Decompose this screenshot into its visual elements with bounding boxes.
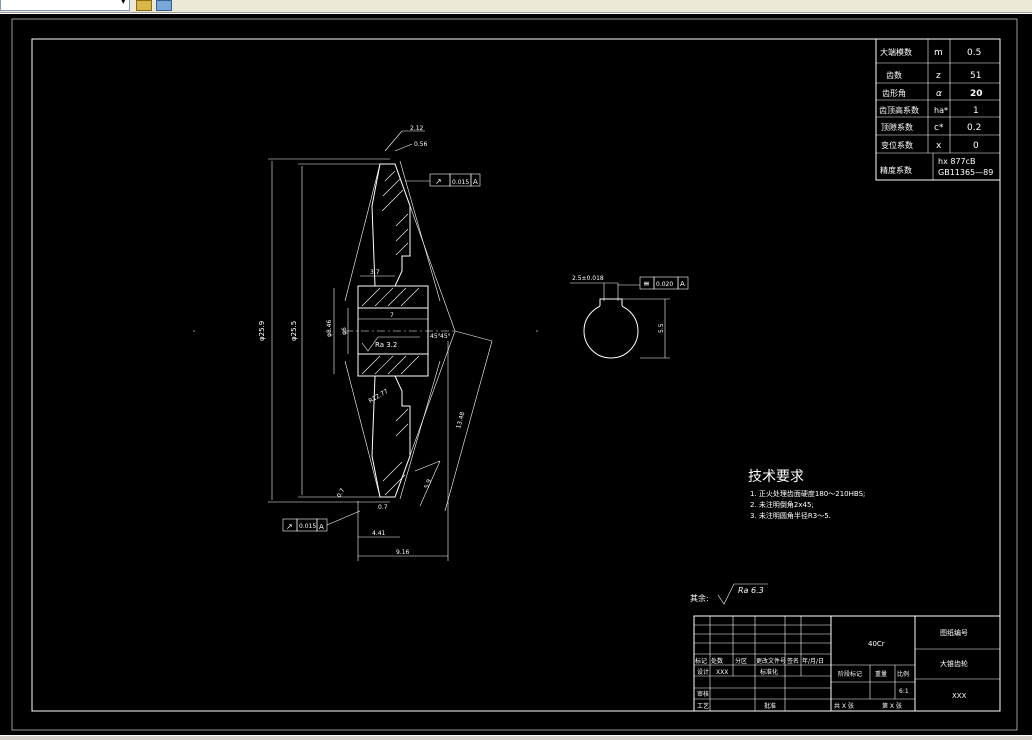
param-name: 大端模数	[880, 47, 912, 57]
param-name: 齿数	[886, 70, 902, 80]
dim-outer-diameter: φ25.9	[258, 321, 266, 341]
tech-title: 技术要求	[748, 469, 804, 485]
param-symbol: α	[936, 89, 942, 99]
process-label: 工艺	[697, 702, 709, 710]
runout-icon: ↗	[435, 177, 442, 186]
drawing-number-label: 图纸编号	[940, 628, 968, 637]
gear-section-view: φ25.9 φ25.5 2.12 0.56 0.015 A ↗ 3.7 7 φ8…	[193, 125, 538, 561]
param-value-standard: GB11365—89	[938, 168, 993, 177]
dim-bore-diameter: φ6	[341, 327, 348, 335]
param-value: hx 877cB	[938, 157, 976, 166]
dim-top-2: 0.56	[414, 141, 428, 148]
param-name: 齿顶高系数	[879, 105, 919, 115]
roughness-general: Ra 6.3	[738, 586, 764, 595]
total-sheets: 共 X 张	[834, 702, 854, 710]
material: 40Cr	[868, 640, 885, 648]
rev-header: 更改文件号	[756, 657, 786, 665]
scale-value: 6:1	[899, 688, 909, 695]
param-name: 变位系数	[881, 140, 913, 150]
status-bar	[0, 735, 1032, 740]
roughness-label: 其余:	[690, 593, 709, 603]
weight-label: 重量	[875, 670, 887, 678]
approve-label: 批准	[764, 702, 776, 710]
param-value: 0.5	[967, 48, 981, 58]
dim-cone-length: 13.48	[455, 411, 466, 430]
parameter-table: 大端模数 m 0.5 齿数 z 51 齿形角 α 20 齿顶高系数 ha* 1 …	[875, 38, 1001, 181]
dim-tip-diameter: φ25.5	[290, 321, 298, 341]
dim-bottom-chamfer: 0.7	[378, 504, 388, 511]
param-symbol: c*	[934, 123, 944, 133]
stage-label: 阶段标记	[838, 670, 862, 678]
rev-header: 分区	[735, 657, 747, 665]
param-value: 1	[973, 106, 979, 116]
keyway-datum: A	[680, 280, 685, 288]
tech-item: 2. 未注明倒角2x45;	[750, 500, 814, 509]
dim-cone-radius: R12.77	[368, 388, 390, 405]
toolbar: ▾	[0, 0, 1032, 13]
symmetry-icon: ≡	[643, 279, 650, 288]
title-block: 40Cr 图纸编号 大锥齿轮 XXX 标记 处数 分区 更改文件号 签名 年/月…	[693, 615, 1001, 712]
rev-header: 年/月/日	[802, 657, 824, 665]
param-symbol: ha*	[934, 106, 948, 115]
param-name: 顶隙系数	[881, 122, 913, 132]
tech-item: 1. 正火处理齿面硬度180～210HBS;	[750, 489, 865, 498]
dim-bore-length: 7	[390, 312, 394, 319]
outer-frame	[11, 18, 1018, 731]
general-roughness: 其余: Ra 6.3	[690, 583, 768, 605]
rev-header: 处数	[711, 657, 723, 665]
keyway-sym-tol: 0.020	[656, 281, 673, 288]
technical-requirements: 技术要求 1. 正火处理齿面硬度180～210HBS; 2. 未注明倒角2x45…	[748, 469, 865, 520]
drawing-canvas[interactable]: 大端模数 m 0.5 齿数 z 51 齿形角 α 20 齿顶高系数 ha* 1 …	[0, 13, 1032, 736]
layers-stack-icon[interactable]	[156, 0, 172, 11]
design-label: 设计	[697, 668, 709, 676]
param-symbol: z	[936, 71, 941, 81]
part-name: 大锥齿轮	[940, 659, 968, 668]
scale-label: 比例	[897, 670, 909, 678]
inner-frame	[31, 38, 1001, 712]
rev-header: 标记	[695, 657, 707, 665]
designer-name: XXX	[716, 669, 728, 676]
rev-header: 签名	[787, 657, 799, 665]
review-label: 审核	[697, 690, 709, 698]
company-name: XXX	[952, 692, 967, 700]
param-value: 0.2	[967, 123, 981, 133]
param-name: 齿形角	[882, 88, 906, 98]
dim-hub-width: 3.7	[370, 269, 380, 276]
param-value: 0	[973, 141, 979, 151]
standardize-label: 标准化	[760, 668, 778, 676]
tolerance-value-top: 0.015	[452, 179, 469, 186]
dim-top-1: 2.12	[410, 125, 424, 132]
runout-icon: ↗	[286, 522, 293, 531]
param-value: 20	[970, 89, 983, 99]
datum-label-top: A	[473, 178, 478, 186]
keyway-width: 2.5±0.018	[572, 275, 604, 282]
param-value: 51	[970, 71, 981, 81]
dim-hub-diameter: φ8.46	[326, 320, 333, 338]
dim-width-441: 4.41	[372, 530, 386, 537]
layer-dropdown[interactable]: ▾	[0, 0, 130, 11]
tech-item: 3. 未注明圆角半径R3～5.	[750, 511, 831, 520]
roughness-mid: Ra 3.2	[375, 341, 397, 349]
tolerance-value-bottom: 0.015	[299, 523, 316, 530]
dim-angle-2: 45°	[440, 333, 451, 340]
sheet-number: 第 X 张	[882, 702, 902, 710]
datum-label-bottom: A	[319, 523, 324, 531]
cad-drawing: 大端模数 m 0.5 齿数 z 51 齿形角 α 20 齿顶高系数 ha* 1 …	[11, 18, 1018, 731]
keyway-depth: 5.5	[658, 323, 665, 333]
param-symbol: m	[934, 48, 943, 58]
param-symbol: x	[936, 141, 942, 151]
keyway-view: 2.5±0.018 ≡ 0.020 A 5.5	[570, 275, 689, 359]
dim-width-916: 9.16	[396, 549, 410, 556]
layer-icon[interactable]	[136, 0, 152, 11]
chevron-down-icon[interactable]: ▾	[121, 0, 126, 7]
param-name: 精度系数	[880, 165, 912, 175]
